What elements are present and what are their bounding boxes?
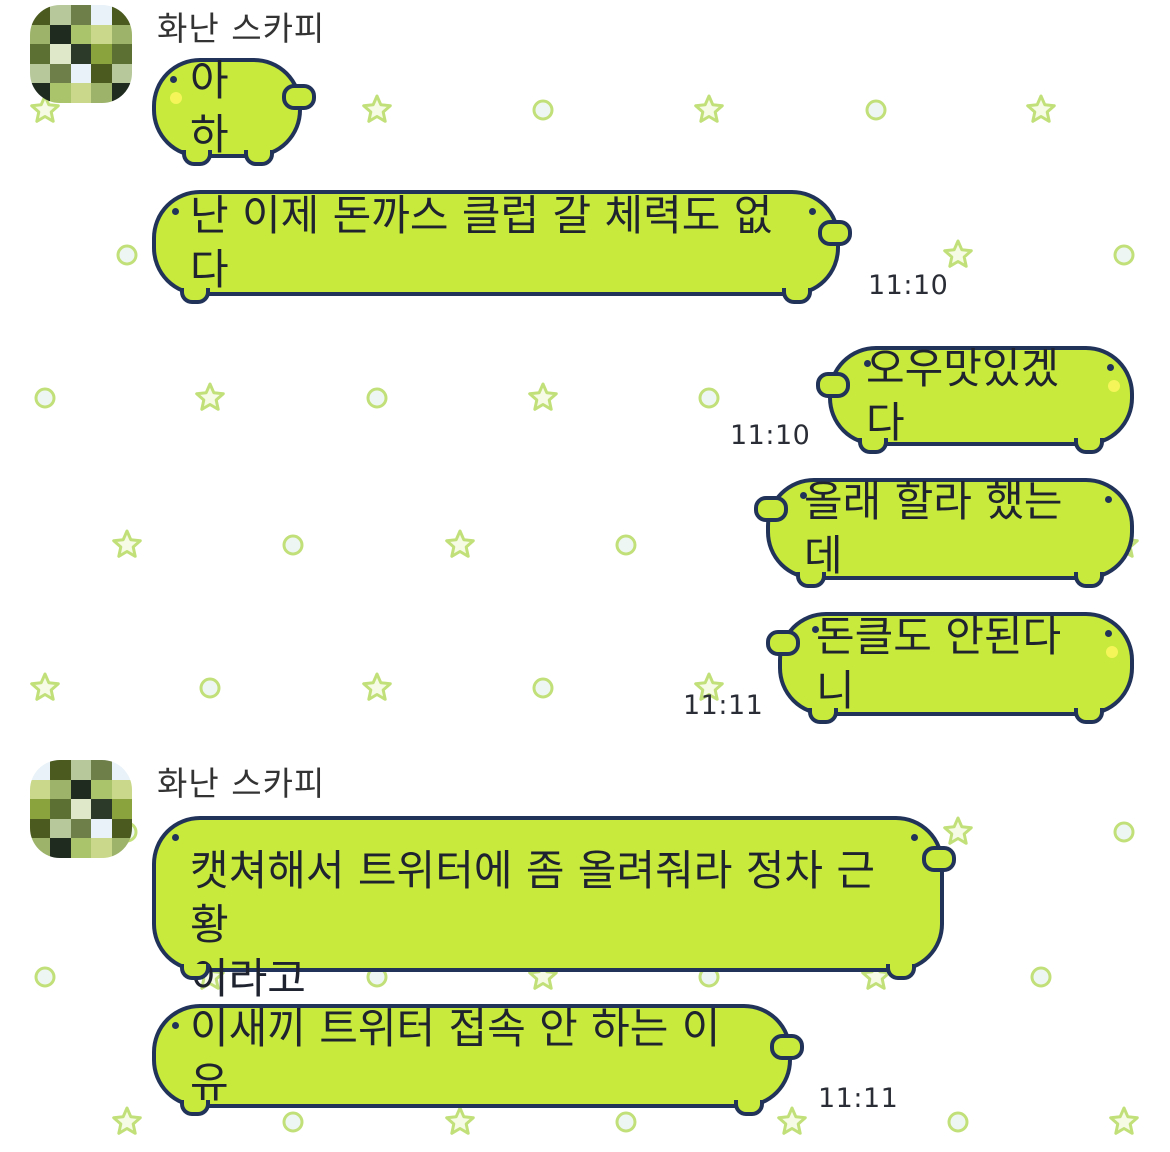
avatar-pixel — [111, 799, 132, 819]
chat-room: 화난 스카피 아하 난 이제 돈까스 클럽 갈 체력도 없다 11:10 오우맛… — [0, 0, 1170, 1152]
avatar-pixel — [50, 760, 71, 780]
avatar-pixel — [111, 24, 132, 45]
message-text: 난 이제 돈까스 클럽 갈 체력도 없다 — [190, 191, 773, 294]
avatar-pixel — [30, 24, 51, 45]
avatar-pixel — [91, 799, 112, 819]
avatar-pixel — [50, 818, 71, 839]
avatar-pixel — [30, 818, 51, 839]
message-text: 캣쳐해서 트위터에 좀 올려줘라 정차 근황 이라고 — [190, 846, 875, 1003]
avatar-pixel — [91, 779, 112, 800]
avatar[interactable] — [30, 760, 132, 858]
avatar-pixel — [70, 5, 92, 25]
bubble-blush-icon — [170, 92, 182, 104]
message-timestamp: 11:11 — [683, 690, 764, 721]
message-text: 아하 — [190, 56, 229, 159]
bubble-ear-icon — [282, 84, 316, 110]
avatar[interactable] — [30, 5, 132, 103]
bubble-eye-icon — [911, 834, 918, 841]
avatar-pixel — [111, 63, 132, 84]
avatar-pixel — [111, 760, 132, 780]
bubble-eye-icon — [800, 492, 807, 499]
bubble-ear-icon — [770, 1034, 804, 1060]
avatar-pixel — [91, 83, 112, 103]
bubble-ear-icon — [818, 220, 852, 246]
bubble-ear-icon — [766, 630, 800, 656]
avatar-pixel — [111, 838, 132, 858]
avatar-pixel — [50, 5, 71, 25]
avatar-pixel — [70, 799, 92, 819]
bubble-eye-icon — [864, 360, 871, 367]
message-bubble-received[interactable]: 이새끼 트위터 접속 안 하는 이유 — [152, 1004, 804, 1116]
avatar-pixel — [91, 44, 112, 64]
bubble-eye-icon — [1105, 630, 1112, 637]
bubble-eye-icon — [1105, 496, 1112, 503]
message-text: 오우맛있겠다 — [866, 344, 1060, 447]
message-text: 돈클도 안된다니 — [816, 612, 1062, 715]
bubble-eye-icon — [809, 208, 816, 215]
message-text: 올래 할라 했는데 — [804, 477, 1063, 580]
sender-name: 화난 스카피 — [157, 764, 326, 803]
avatar-pixel — [91, 63, 112, 84]
message-bubble-received[interactable]: 캣쳐해서 트위터에 좀 올려줘라 정차 근황 이라고 — [152, 816, 956, 1003]
avatar-pixel — [70, 24, 92, 45]
avatar-pixel — [111, 779, 132, 800]
message-bubble-sent[interactable]: 돈클도 안된다니 — [766, 612, 1134, 724]
avatar-pixel — [91, 838, 112, 858]
avatar-pixel — [111, 83, 132, 103]
message-bubble-sent[interactable]: 오우맛있겠다 — [816, 344, 1134, 454]
avatar-pixel — [50, 799, 71, 819]
avatar-pixel — [91, 24, 112, 45]
avatar-pixel — [70, 760, 92, 780]
avatar-pixel — [50, 63, 71, 84]
avatar-pixel — [30, 779, 51, 800]
avatar-pixel — [50, 44, 71, 64]
message-timestamp: 11:10 — [868, 270, 949, 301]
avatar-pixel — [30, 838, 51, 858]
avatar-pixel — [50, 838, 71, 858]
avatar-pixel — [50, 24, 71, 45]
avatar-pixel — [50, 83, 71, 103]
bubble-eye-icon — [812, 626, 819, 633]
bubble-ear-icon — [754, 496, 788, 522]
avatar-pixel — [91, 760, 112, 780]
avatar-pixel — [30, 83, 51, 103]
avatar-pixel — [70, 779, 92, 800]
avatar-pixel — [111, 818, 132, 839]
avatar-pixel — [70, 83, 92, 103]
avatar-pixel — [30, 760, 51, 780]
avatar-pixel — [70, 44, 92, 64]
message-text: 이새끼 트위터 접속 안 하는 이유 — [190, 1004, 721, 1107]
avatar-pixel — [30, 5, 51, 25]
avatar-pixel — [91, 5, 112, 25]
avatar-pixel — [111, 44, 132, 64]
avatar-pixel — [50, 779, 71, 800]
avatar-pixel — [30, 63, 51, 84]
message-bubble-received[interactable]: 아하 — [152, 56, 316, 166]
avatar-pixel — [111, 5, 132, 25]
message-bubble-sent[interactable]: 올래 할라 했는데 — [754, 477, 1134, 588]
avatar-pixel — [70, 838, 92, 858]
message-timestamp: 11:11 — [818, 1083, 899, 1114]
bubble-ear-icon — [922, 846, 956, 872]
bubble-eye-icon — [172, 208, 179, 215]
bubble-blush-icon — [1108, 380, 1120, 392]
avatar-pixel — [30, 799, 51, 819]
message-bubble-received[interactable]: 난 이제 돈까스 클럽 갈 체력도 없다 — [152, 190, 852, 304]
bubble-eye-icon — [1107, 364, 1114, 371]
bubble-eye-icon — [172, 1022, 179, 1029]
avatar-pixel — [70, 818, 92, 839]
bubble-eye-icon — [170, 76, 177, 83]
sender-name: 화난 스카피 — [157, 9, 326, 48]
avatar-pixel — [30, 44, 51, 64]
message-timestamp: 11:10 — [730, 420, 811, 451]
avatar-pixel — [91, 818, 112, 839]
bubble-eye-icon — [172, 834, 179, 841]
bubble-blush-icon — [1106, 646, 1118, 658]
avatar-pixel — [70, 63, 92, 84]
bubble-ear-icon — [816, 372, 850, 398]
